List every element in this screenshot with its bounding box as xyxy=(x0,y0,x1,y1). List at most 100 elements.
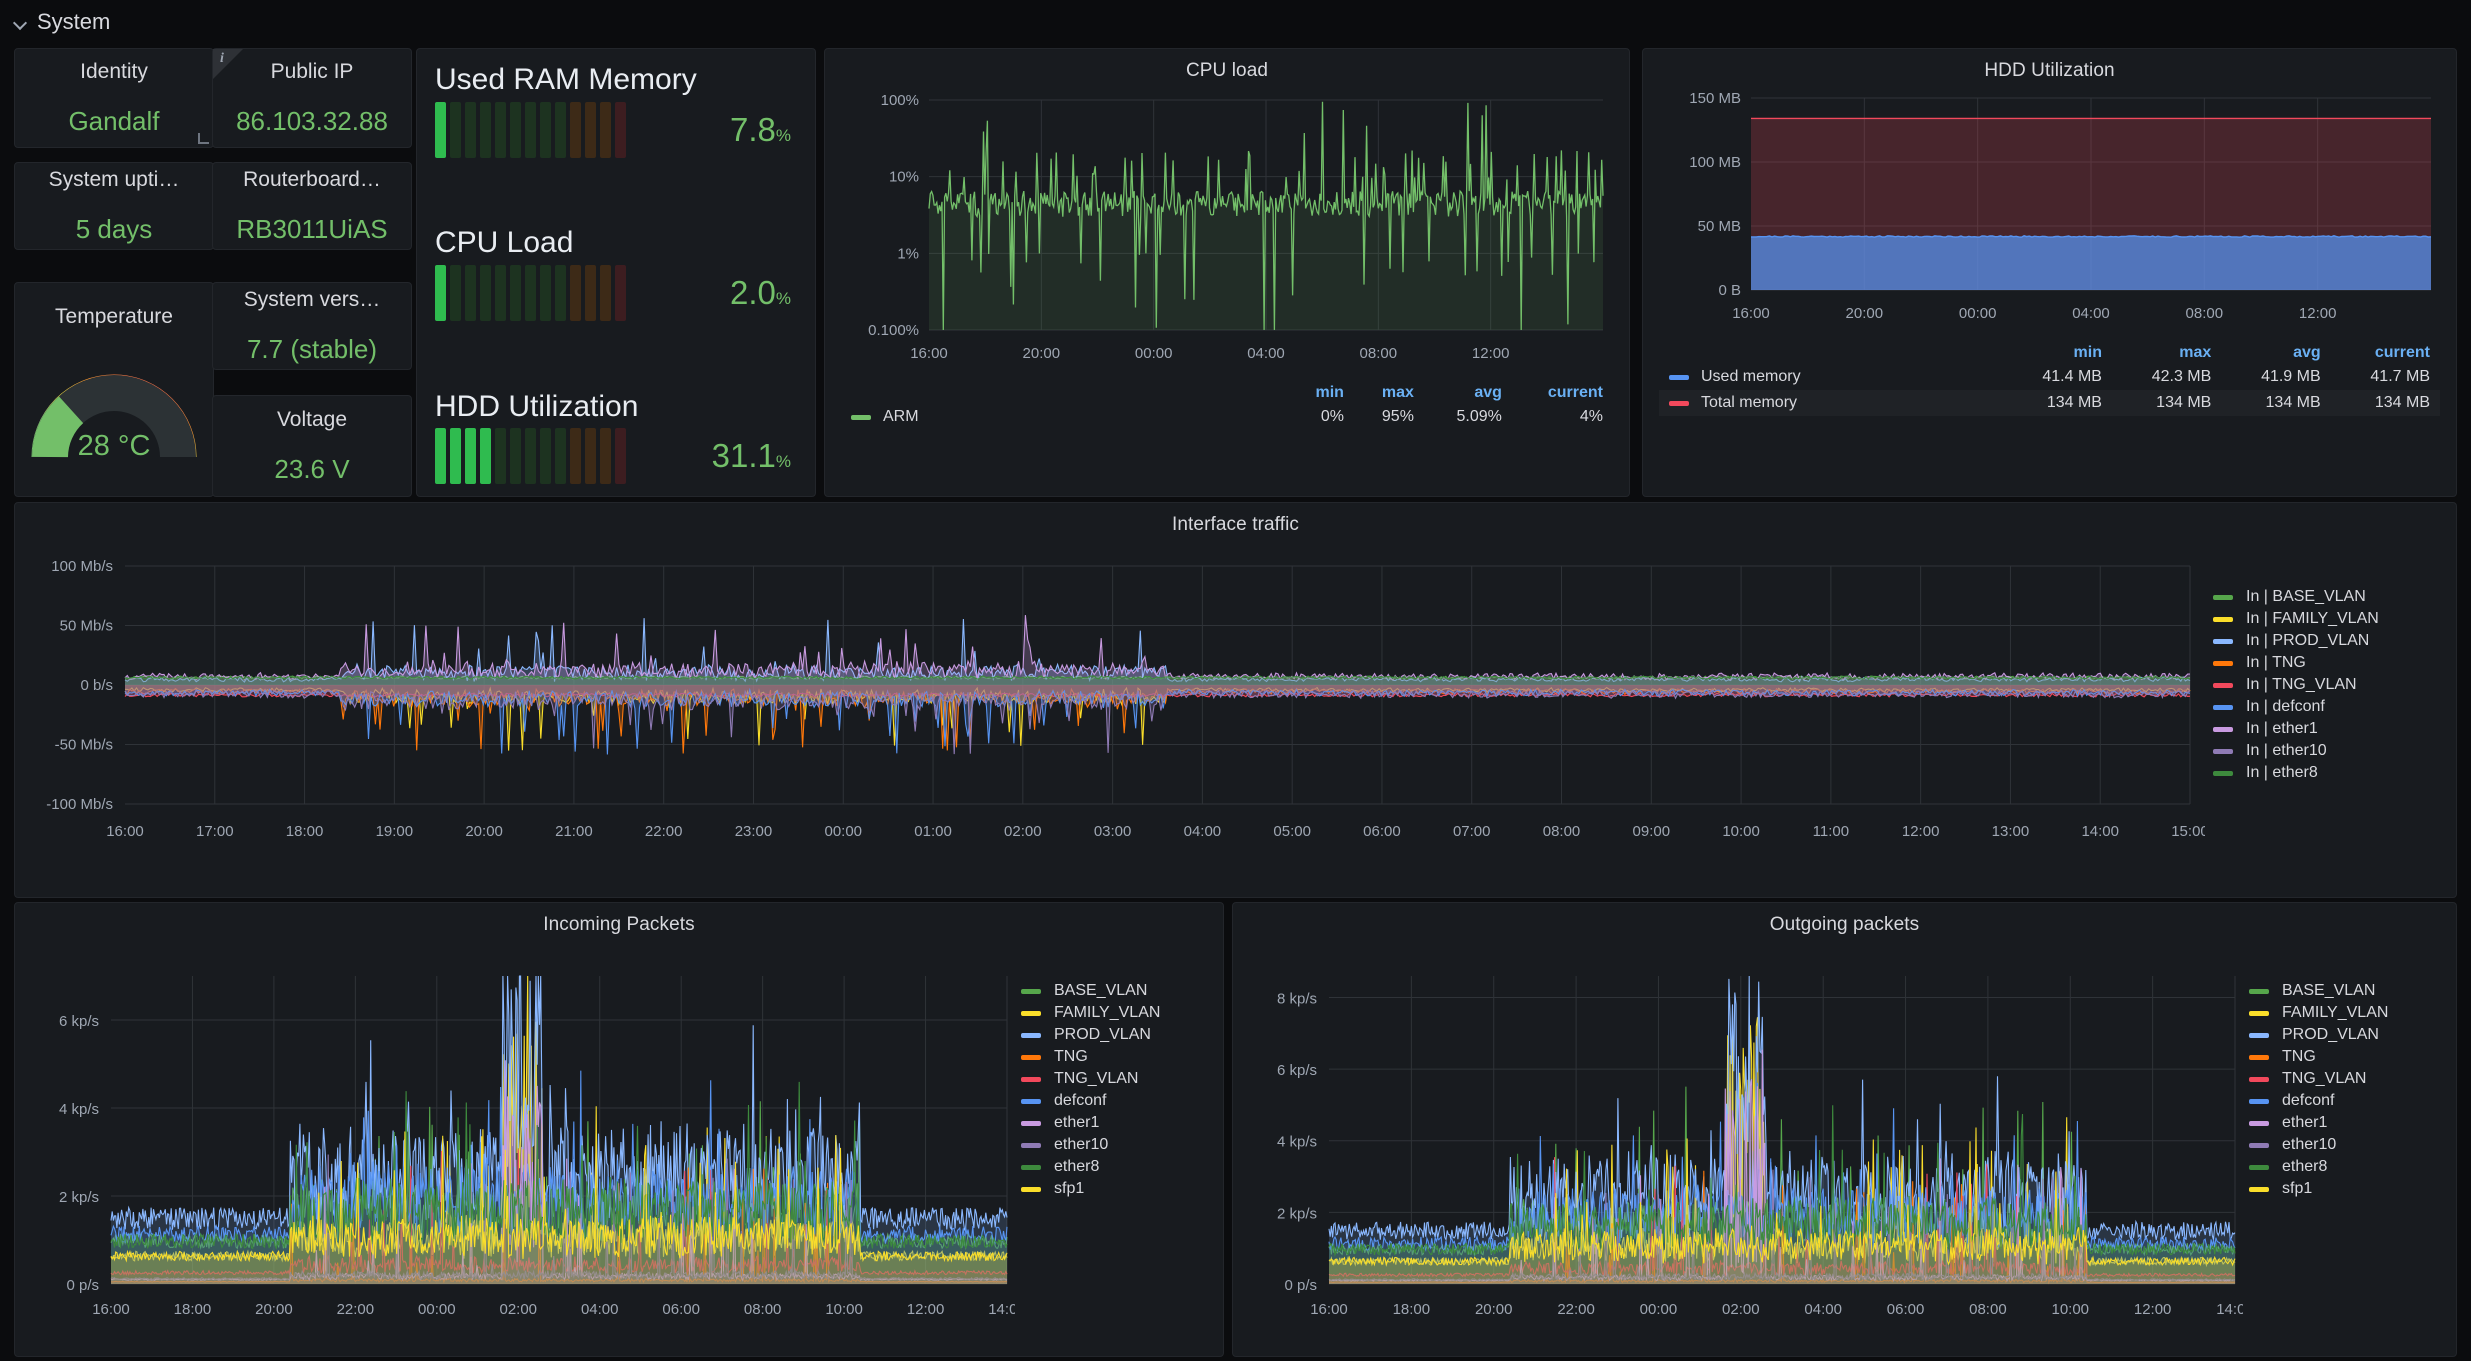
legend-header-min[interactable]: min xyxy=(2003,342,2112,364)
info-icon[interactable]: i xyxy=(220,51,224,67)
legend-item[interactable]: In | defconf xyxy=(2213,696,2379,718)
legend-item-label: BASE_VLAN xyxy=(2282,982,2376,999)
svg-text:09:00: 09:00 xyxy=(1633,823,1671,840)
graph-panel-cpu-load[interactable]: CPU load 100% 10% 1% 0.100% 16:00 20:00 00:00 0… xyxy=(824,48,1630,497)
svg-text:17:00: 17:00 xyxy=(196,823,234,840)
legend-item[interactable]: FAMILY_VLAN xyxy=(2249,1002,2388,1024)
legend-value-min: 134 MB xyxy=(2046,394,2102,412)
chevron-down-icon[interactable] xyxy=(14,15,28,29)
svg-text:06:00: 06:00 xyxy=(1887,1301,1925,1318)
row-header-system[interactable]: System xyxy=(14,6,110,38)
legend-item[interactable]: sfp1 xyxy=(1021,1178,1160,1200)
stat-panel-routerboard[interactable]: Routerboard… RB3011UiAS xyxy=(212,162,412,250)
legend-header-max[interactable]: max xyxy=(2112,342,2221,364)
legend-list-outgoing-packets: BASE_VLAN FAMILY_VLAN PROD_VLAN TNG TNG_VLAN… xyxy=(2249,980,2388,1200)
stat-panel-public-ip[interactable]: i Public IP 86.103.32.88 xyxy=(212,48,412,148)
legend-item[interactable]: In | ether1 xyxy=(2213,718,2379,740)
legend-color-swatch xyxy=(1021,1142,1041,1148)
legend-item[interactable]: In | PROD_VLAN xyxy=(2213,630,2379,652)
bargauge-segment xyxy=(600,101,611,158)
bargauge-segment xyxy=(570,428,581,484)
legend-header-current[interactable]: current xyxy=(1512,382,1613,404)
row-title: System xyxy=(37,9,111,34)
legend-item[interactable]: ether1 xyxy=(1021,1112,1160,1134)
bargauge-segment xyxy=(525,101,536,158)
svg-text:0 b/s: 0 b/s xyxy=(80,677,113,694)
public-ip-value: 86.103.32.88 xyxy=(236,105,388,136)
graph-panel-interface-traffic[interactable]: Interface traffic 100 Mb/s 50 Mb/s 0 b/s -5… xyxy=(14,502,2457,898)
legend-item[interactable]: BASE_VLAN xyxy=(1021,980,1160,1002)
legend-series-name[interactable]: Total memory xyxy=(1659,390,2003,416)
legend-item[interactable]: In | ether8 xyxy=(2213,762,2379,784)
graph-panel-incoming-packets[interactable]: Incoming Packets 6 kp/s 4 kp/s 2 kp/s 0 p/s… xyxy=(14,902,1224,1357)
bargauge-segment xyxy=(540,101,551,158)
legend-item[interactable]: defconf xyxy=(1021,1090,1160,1112)
legend-item[interactable]: In | FAMILY_VLAN xyxy=(2213,608,2379,630)
legend-color-swatch xyxy=(1021,1186,1041,1192)
svg-text:18:00: 18:00 xyxy=(1393,1301,1431,1318)
bargauge-segment xyxy=(450,428,461,484)
bargauge-value: 7.8% xyxy=(730,110,791,148)
gauge-panel-temperature[interactable]: Temperature 28 °C xyxy=(14,282,214,497)
legend-item[interactable]: ether1 xyxy=(2249,1112,2388,1134)
legend-item[interactable]: ether10 xyxy=(1021,1134,1160,1156)
svg-text:10:00: 10:00 xyxy=(2051,1301,2089,1318)
stat-panel-system-version[interactable]: System vers… 7.7 (stable) xyxy=(212,282,412,370)
legend-item-label: TNG_VLAN xyxy=(2282,1070,2367,1087)
stat-panel-identity[interactable]: Identity Gandalf xyxy=(14,48,214,148)
svg-text:22:00: 22:00 xyxy=(1557,1301,1595,1318)
svg-text:04:00: 04:00 xyxy=(2072,305,2110,322)
legend-row[interactable]: Total memory 134 MB 134 MB 134 MB 134 MB xyxy=(1659,390,2440,417)
legend-header-current[interactable]: current xyxy=(2331,342,2440,364)
identity-label: Identity xyxy=(80,59,148,83)
legend-item[interactable]: TNG_VLAN xyxy=(2249,1068,2388,1090)
svg-text:03:00: 03:00 xyxy=(1094,823,1132,840)
legend-value-max: 134 MB xyxy=(2156,394,2212,412)
legend-item-label: ether1 xyxy=(1054,1114,1100,1131)
legend-item-label: defconf xyxy=(2282,1092,2335,1109)
legend-item-label: In | ether8 xyxy=(2246,764,2318,781)
legend-item[interactable]: In | ether10 xyxy=(2213,740,2379,762)
graph-panel-outgoing-packets[interactable]: Outgoing packets 8 kp/s 6 kp/s 4 kp/s 2 kp/… xyxy=(1232,902,2457,1357)
legend-header-avg[interactable]: avg xyxy=(1424,382,1512,404)
legend-series-name[interactable]: ARM xyxy=(841,404,1289,430)
legend-item[interactable]: In | TNG_VLAN xyxy=(2213,674,2379,696)
legend-item[interactable]: In | BASE_VLAN xyxy=(2213,586,2379,608)
legend-item[interactable]: TNG xyxy=(1021,1046,1160,1068)
legend-item-label: PROD_VLAN xyxy=(1054,1026,1151,1043)
legend-color-swatch xyxy=(2249,988,2269,994)
legend-header-max[interactable]: max xyxy=(1354,382,1424,404)
legend-item[interactable]: PROD_VLAN xyxy=(1021,1024,1160,1046)
svg-text:20:00: 20:00 xyxy=(1846,305,1884,322)
legend-item[interactable]: TNG_VLAN xyxy=(1021,1068,1160,1090)
stat-panel-system-uptime[interactable]: System upti… 5 days xyxy=(14,162,214,250)
bargauge-panel[interactable]: Used RAM Memory 7.8% CPU Load 2.0% HDD U… xyxy=(416,48,816,497)
stat-panel-voltage[interactable]: Voltage 23.6 V xyxy=(212,395,412,497)
legend-item[interactable]: ether8 xyxy=(1021,1156,1160,1178)
svg-text:00:00: 00:00 xyxy=(1135,345,1173,362)
legend-color-swatch xyxy=(1021,988,1041,994)
legend-series-name[interactable]: Used memory xyxy=(1659,364,2003,390)
hdd-utilization-chart: 150 MB 100 MB 50 MB 0 B 16:00 20:00 00:00 04:00… xyxy=(1689,90,2432,322)
bargauge-segment xyxy=(540,428,551,484)
legend-color-swatch xyxy=(2249,1054,2269,1060)
legend-item-label: ether10 xyxy=(1054,1136,1109,1153)
svg-text:20:00: 20:00 xyxy=(255,1301,293,1318)
svg-text:8 kp/s: 8 kp/s xyxy=(1277,990,1317,1007)
legend-item[interactable]: FAMILY_VLAN xyxy=(1021,1002,1160,1024)
legend-item[interactable]: ether8 xyxy=(2249,1156,2388,1178)
graph-panel-hdd-utilization[interactable]: HDD Utilization 150 MB 100 MB 50 MB 0 B 16:0… xyxy=(1642,48,2457,497)
resize-handle-icon[interactable] xyxy=(198,133,209,144)
legend-item[interactable]: ether10 xyxy=(2249,1134,2388,1156)
legend-item[interactable]: defconf xyxy=(2249,1090,2388,1112)
legend-item[interactable]: TNG xyxy=(2249,1046,2388,1068)
legend-row[interactable]: Used memory 41.4 MB 42.3 MB 41.9 MB 41.7… xyxy=(1659,364,2440,390)
legend-row[interactable]: ARM 0% 95% 5.09% 4% xyxy=(841,404,1613,430)
legend-header-min[interactable]: min xyxy=(1289,382,1354,404)
grafana-dashboard: System Identity Gandalf i Public IP 86.1… xyxy=(0,0,2471,1361)
legend-header-avg[interactable]: avg xyxy=(2221,342,2330,364)
legend-item[interactable]: BASE_VLAN xyxy=(2249,980,2388,1002)
legend-item[interactable]: PROD_VLAN xyxy=(2249,1024,2388,1046)
legend-item[interactable]: In | TNG xyxy=(2213,652,2379,674)
legend-item[interactable]: sfp1 xyxy=(2249,1178,2388,1200)
